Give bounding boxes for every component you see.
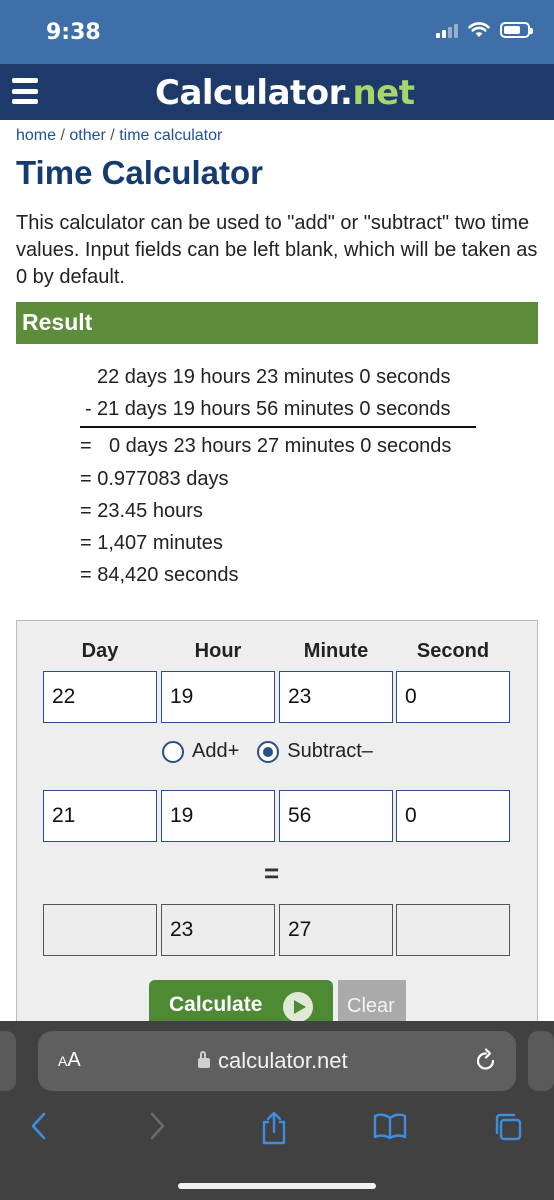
result-in-seconds: = 84,420 seconds: [80, 564, 239, 586]
previous-tab-preview[interactable]: [0, 1031, 16, 1091]
site-logo[interactable]: Calculator.net: [155, 73, 415, 113]
result-second-output: [396, 904, 510, 956]
home-indicator: [178, 1183, 376, 1189]
text-size-button[interactable]: AA: [58, 1049, 81, 1072]
first-second-input[interactable]: [396, 671, 510, 723]
add-radio-label[interactable]: Add+: [192, 740, 239, 763]
column-header-day: Day: [81, 640, 119, 662]
bookmarks-icon[interactable]: [372, 1111, 408, 1141]
result-divider: [80, 426, 476, 428]
next-tab-preview[interactable]: [528, 1031, 554, 1091]
breadcrumb-current-link[interactable]: time calculator: [119, 127, 222, 144]
address-bar[interactable]: AA calculator.net: [38, 1031, 516, 1091]
column-header-minute: Minute: [303, 640, 369, 662]
address-text[interactable]: calculator.net: [198, 1048, 348, 1074]
first-hour-input[interactable]: [161, 671, 275, 723]
tabs-icon[interactable]: [492, 1111, 524, 1143]
hamburger-menu-icon[interactable]: [12, 78, 38, 104]
form-equals-sign: =: [264, 858, 280, 888]
column-header-hour: Hour: [194, 640, 242, 662]
breadcrumb: home / other / time calculator: [16, 127, 223, 144]
forward-icon[interactable]: [146, 1111, 168, 1141]
result-heading: Result: [16, 302, 538, 344]
result-in-minutes: = 1,407 minutes: [80, 532, 223, 554]
battery-icon: [500, 22, 533, 38]
second-minute-input[interactable]: [279, 790, 393, 842]
wifi-icon: [468, 22, 490, 37]
second-hour-input[interactable]: [161, 790, 275, 842]
result-second-value: 21 days 19 hours 56 minutes 0 seconds: [97, 398, 451, 420]
play-icon: [283, 992, 313, 1022]
back-icon[interactable]: [28, 1111, 50, 1141]
first-day-input[interactable]: [43, 671, 157, 723]
breadcrumb-home-link[interactable]: home: [16, 127, 56, 144]
lock-icon: [198, 1051, 210, 1068]
browser-toolbar: [0, 1101, 554, 1161]
add-radio[interactable]: [162, 740, 184, 763]
site-header: Calculator.net: [0, 64, 554, 120]
page-title: Time Calculator: [16, 154, 263, 191]
page-description: This calculator can be used to "add" or …: [16, 212, 538, 288]
operation-selector: Add+ Subtract–: [162, 740, 373, 763]
first-minute-input[interactable]: [279, 671, 393, 723]
second-day-input[interactable]: [43, 790, 157, 842]
status-bar: 9:38: [0, 0, 554, 64]
second-second-input[interactable]: [396, 790, 510, 842]
share-icon[interactable]: [259, 1111, 289, 1145]
result-difference: 0 days 23 hours 27 minutes 0 seconds: [109, 435, 452, 457]
subtract-radio[interactable]: [257, 740, 280, 763]
result-operator: -: [85, 398, 92, 420]
result-first-value: 22 days 19 hours 23 minutes 0 seconds: [97, 366, 451, 388]
browser-bottom-bar: AA calculator.net: [0, 1021, 554, 1200]
status-time: 9:38: [46, 20, 101, 45]
calculate-button-label: Calculate: [169, 993, 263, 1016]
result-equals: =: [80, 435, 92, 457]
result-minute-output: [279, 904, 393, 956]
result-day-output: [43, 904, 157, 956]
status-icons: [436, 22, 533, 38]
result-in-hours: = 23.45 hours: [80, 500, 203, 522]
cellular-signal-icon: [436, 22, 458, 38]
reload-icon[interactable]: [474, 1047, 498, 1073]
result-hour-output: [161, 904, 275, 956]
breadcrumb-other-link[interactable]: other: [69, 127, 105, 144]
column-header-second: Second: [416, 640, 490, 662]
result-in-days: = 0.977083 days: [80, 468, 229, 490]
url-label: calculator.net: [218, 1048, 348, 1073]
subtract-radio-label[interactable]: Subtract–: [287, 740, 373, 763]
